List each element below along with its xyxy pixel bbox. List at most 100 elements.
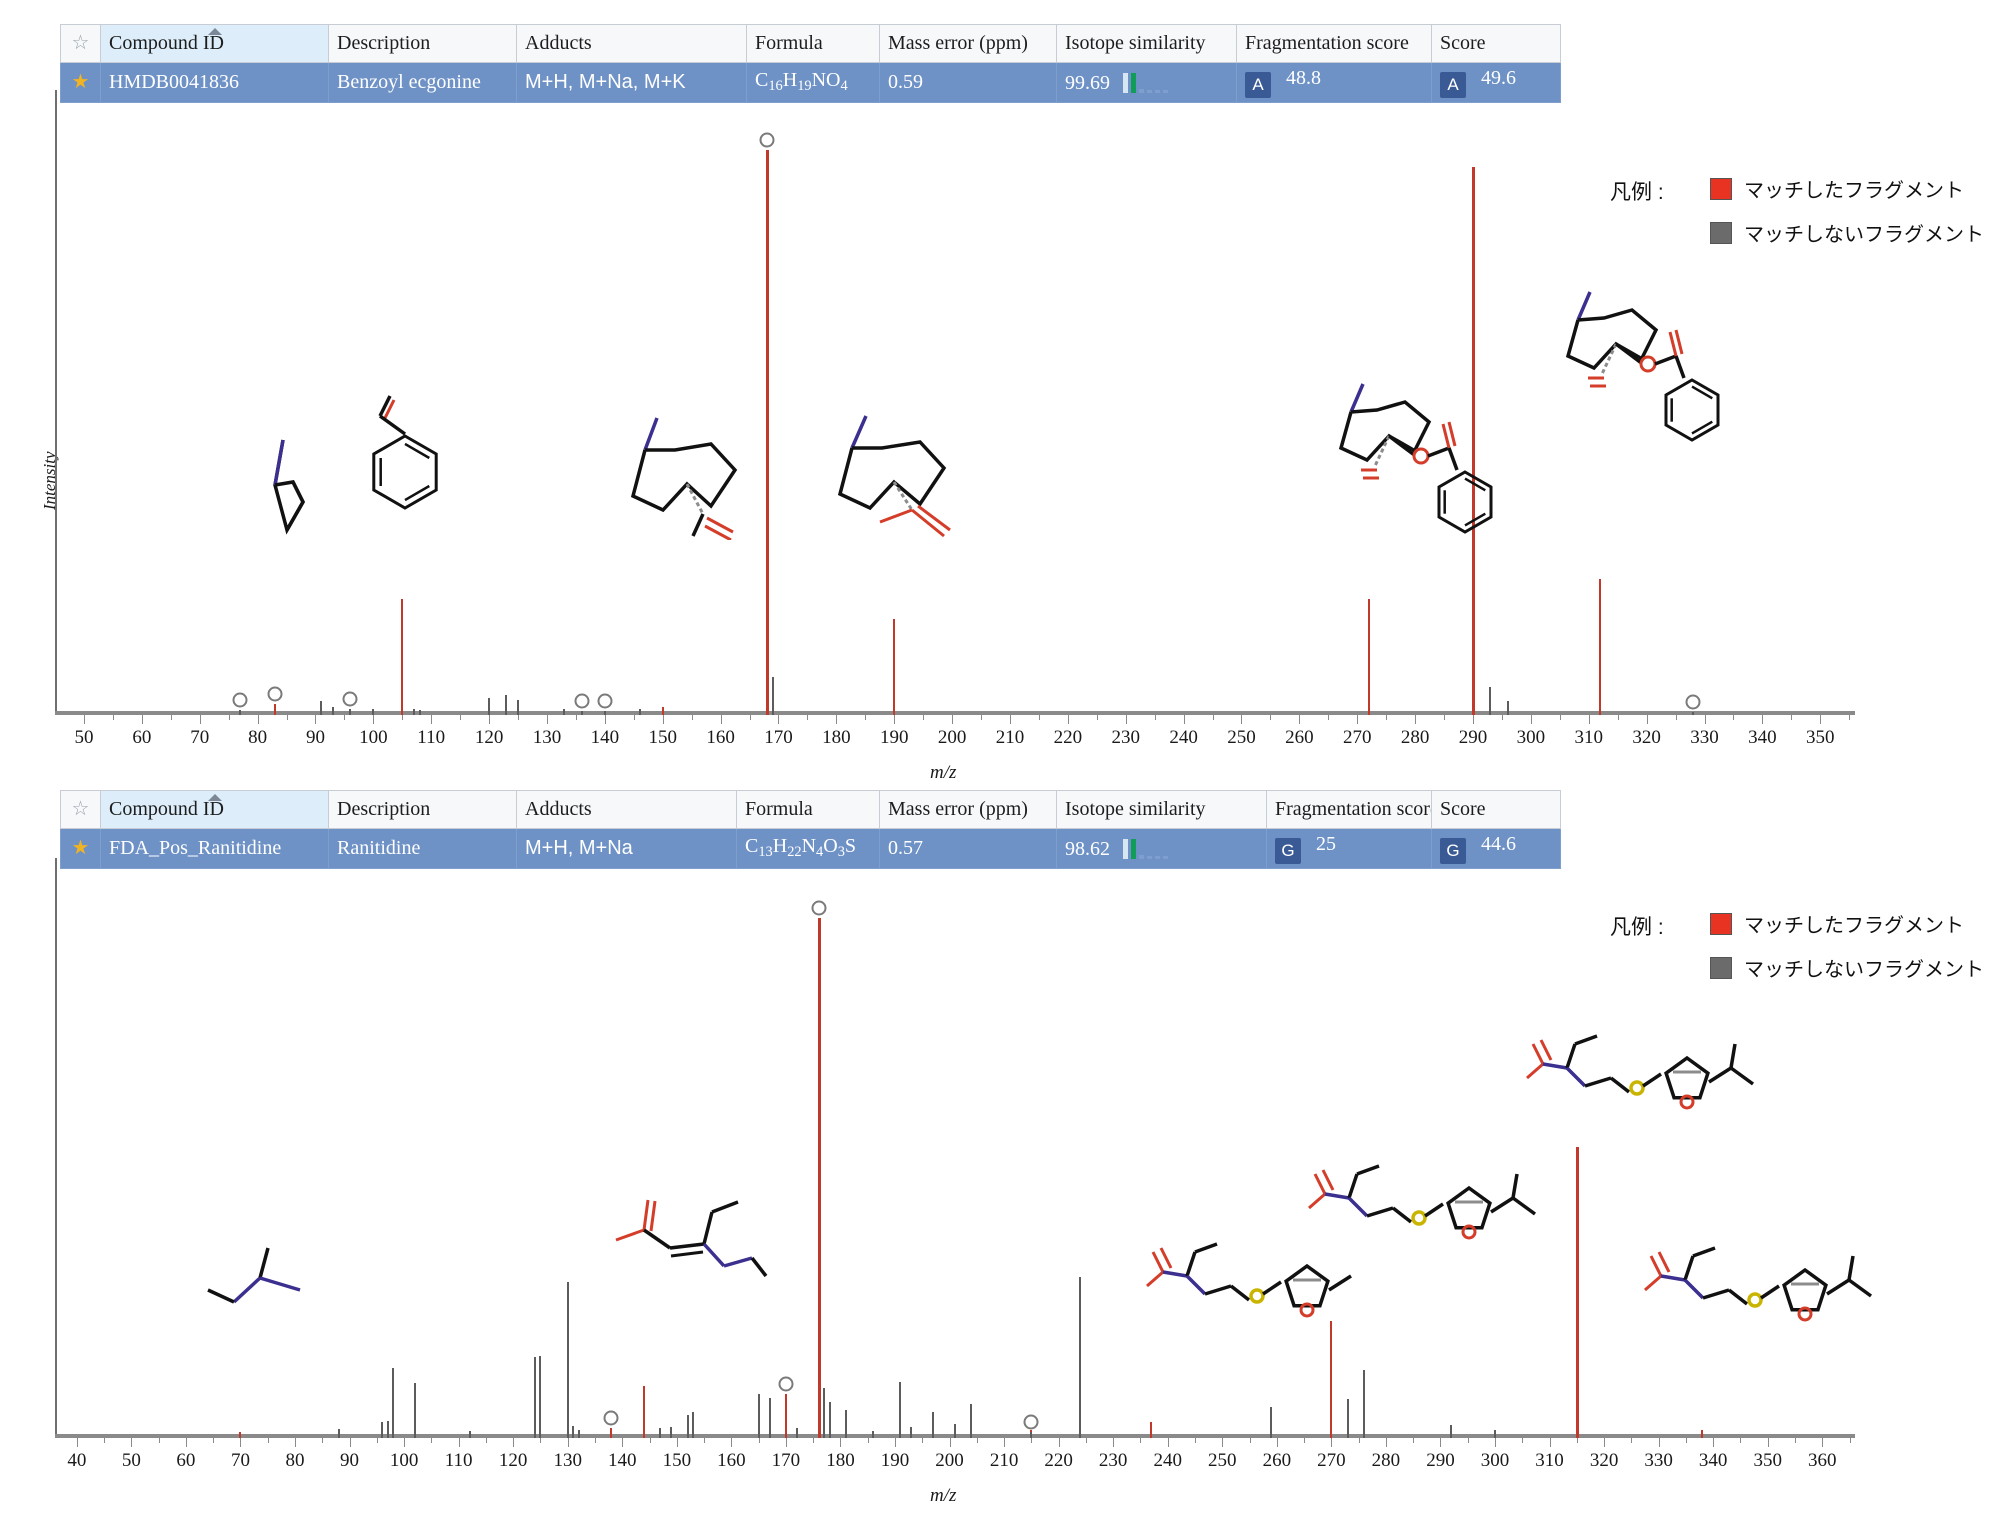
spectrum-peak-unmatched[interactable]: [381, 1422, 384, 1438]
plot-area[interactable]: 40 50 60 70 80 90 100 110 120 130 140 150 160 170 180 1…: [55, 858, 1872, 1471]
peak-annotation-marker[interactable]: [597, 693, 613, 709]
spectrum-peak-unmatched[interactable]: [468, 1430, 471, 1438]
column-header-formula[interactable]: Formula: [746, 24, 880, 63]
spectrum-peak-matched[interactable]: [893, 618, 896, 715]
spectrum-peak-unmatched[interactable]: [603, 711, 606, 715]
column-header-favorite[interactable]: ☆: [60, 790, 101, 829]
spectrum-peak-unmatched[interactable]: [331, 706, 334, 715]
peak-annotation-marker[interactable]: [778, 1376, 794, 1392]
peak-annotation-marker[interactable]: [1023, 1414, 1039, 1430]
spectrum-peak-unmatched[interactable]: [795, 1427, 798, 1438]
spectrum-peak-unmatched[interactable]: [572, 1425, 575, 1438]
spectrum-peak-unmatched[interactable]: [768, 1398, 771, 1438]
column-header-adducts[interactable]: Adducts: [516, 790, 737, 829]
spectrum-peak-unmatched[interactable]: [580, 711, 583, 715]
plot-area[interactable]: 50 60 70 80 90 100 110 120 130 140 150 160 170 180 190…: [55, 90, 1855, 748]
spectrum-peak-unmatched[interactable]: [349, 709, 352, 715]
peak-annotation-marker[interactable]: [574, 693, 590, 709]
spectrum-peak-unmatched[interactable]: [686, 1415, 689, 1438]
spectrum-peak-matched[interactable]: [817, 918, 821, 1438]
peak-annotation-marker[interactable]: [267, 686, 283, 702]
spectrum-peak-unmatched[interactable]: [954, 1424, 956, 1438]
column-header-formula[interactable]: Formula: [736, 790, 880, 829]
spectrum-peak-unmatched[interactable]: [771, 676, 774, 715]
column-header-description[interactable]: Description: [328, 24, 517, 63]
spectrum-peak-unmatched[interactable]: [899, 1381, 902, 1438]
column-header-mass-error[interactable]: Mass error (ppm): [879, 24, 1057, 63]
column-header-fragmentation-score[interactable]: Fragmentation score: [1266, 790, 1432, 829]
spectrum-peak-unmatched[interactable]: [1494, 1429, 1496, 1438]
spectrum-peak-unmatched[interactable]: [563, 708, 566, 715]
spectrum-peak-unmatched[interactable]: [872, 1430, 875, 1438]
spectrum-peak-matched[interactable]: [784, 1393, 787, 1438]
column-header-isotope-similarity[interactable]: Isotope similarity: [1056, 24, 1237, 63]
spectrum-peak-unmatched[interactable]: [1030, 1431, 1033, 1438]
spectrum-peak-unmatched[interactable]: [320, 701, 323, 715]
spectrum-peak-unmatched[interactable]: [670, 1426, 673, 1438]
spectrum-peak-unmatched[interactable]: [418, 709, 421, 715]
spectrum-peak-unmatched[interactable]: [844, 1409, 847, 1438]
spectrum-peak-unmatched[interactable]: [577, 1429, 580, 1438]
column-header-mass-error[interactable]: Mass error (ppm): [879, 790, 1057, 829]
column-header-compound-id[interactable]: Compound ID: [100, 790, 329, 829]
spectrum-peak-unmatched[interactable]: [910, 1426, 913, 1438]
spectrum-peak-unmatched[interactable]: [414, 1383, 416, 1438]
spectrum-peak-unmatched[interactable]: [970, 1403, 973, 1438]
spectrum-peak-unmatched[interactable]: [488, 698, 491, 715]
peak-annotation-marker[interactable]: [603, 1410, 619, 1426]
spectrum-peak-unmatched[interactable]: [1363, 1370, 1366, 1438]
spectrum-peak-unmatched[interactable]: [638, 709, 641, 715]
column-header-compound-id[interactable]: Compound ID: [100, 24, 329, 63]
spectrum-peak-unmatched[interactable]: [757, 1393, 760, 1438]
spectrum-peak-unmatched[interactable]: [823, 1388, 826, 1438]
spectrum-peak-matched[interactable]: [1701, 1430, 1704, 1438]
spectrum-peak-unmatched[interactable]: [239, 709, 242, 715]
spectrum-peak-matched[interactable]: [661, 706, 664, 715]
spectrum-peak-matched[interactable]: [273, 703, 276, 715]
spectrum-peak-unmatched[interactable]: [337, 1428, 340, 1438]
peak-annotation-marker[interactable]: [811, 900, 827, 916]
spectrum-peak-unmatched[interactable]: [386, 1421, 389, 1438]
spectrum-peak-unmatched[interactable]: [932, 1412, 935, 1438]
column-header-fragmentation-score[interactable]: Fragmentation score: [1236, 24, 1432, 63]
spectrum-peak-unmatched[interactable]: [1079, 1276, 1082, 1438]
column-header-description[interactable]: Description: [328, 790, 517, 829]
peak-annotation-marker[interactable]: [1685, 694, 1701, 710]
spectrum-peak-unmatched[interactable]: [505, 694, 508, 715]
spectrum-peak-unmatched[interactable]: [1506, 701, 1509, 715]
spectrum-peak-unmatched[interactable]: [1346, 1399, 1349, 1438]
column-header-favorite[interactable]: ☆: [60, 24, 101, 63]
spectrum-peak-matched[interactable]: [401, 599, 404, 715]
spectrum-peak-unmatched[interactable]: [692, 1412, 695, 1438]
column-header-adducts[interactable]: Adducts: [516, 24, 747, 63]
column-header-isotope-similarity[interactable]: Isotope similarity: [1056, 790, 1267, 829]
spectrum-peak-unmatched[interactable]: [392, 1367, 395, 1438]
spectrum-peak-unmatched[interactable]: [517, 700, 520, 715]
peak-annotation-marker[interactable]: [759, 132, 775, 148]
spectrum-peak-unmatched[interactable]: [372, 708, 375, 715]
spectrum-peak-unmatched[interactable]: [534, 1357, 536, 1438]
star-filled-icon[interactable]: ★: [72, 837, 90, 859]
spectrum-peak-unmatched[interactable]: [1450, 1425, 1453, 1438]
spectrum-peak-matched[interactable]: [1150, 1422, 1153, 1438]
spectrum-peak-unmatched[interactable]: [1270, 1406, 1273, 1438]
peak-annotation-marker[interactable]: [232, 692, 248, 708]
spectrum-peak-unmatched[interactable]: [412, 709, 415, 715]
peak-annotation-marker[interactable]: [342, 691, 358, 707]
spectrum-peak-unmatched[interactable]: [1691, 711, 1694, 715]
spectrum-peak-matched[interactable]: [1367, 599, 1370, 715]
spectrum-peak-matched[interactable]: [1599, 579, 1602, 715]
spectrum-peak-matched[interactable]: [610, 1427, 613, 1438]
spectrum-peak-unmatched[interactable]: [1489, 686, 1492, 715]
spectrum-peak-unmatched[interactable]: [539, 1355, 542, 1438]
spectrum-peak-matched[interactable]: [239, 1431, 242, 1438]
spectrum-peak-matched[interactable]: [643, 1386, 646, 1438]
spectrum-peak-matched[interactable]: [765, 150, 769, 715]
spectrum-peak-matched[interactable]: [1575, 1146, 1579, 1438]
spectrum-peak-unmatched[interactable]: [566, 1282, 569, 1438]
spectrum-peak-unmatched[interactable]: [659, 1427, 662, 1438]
spectrum-peak-unmatched[interactable]: [828, 1401, 831, 1438]
column-header-score[interactable]: Score: [1431, 24, 1561, 63]
spectrum-peak-matched[interactable]: [1330, 1321, 1333, 1438]
column-header-score[interactable]: Score: [1431, 790, 1561, 829]
